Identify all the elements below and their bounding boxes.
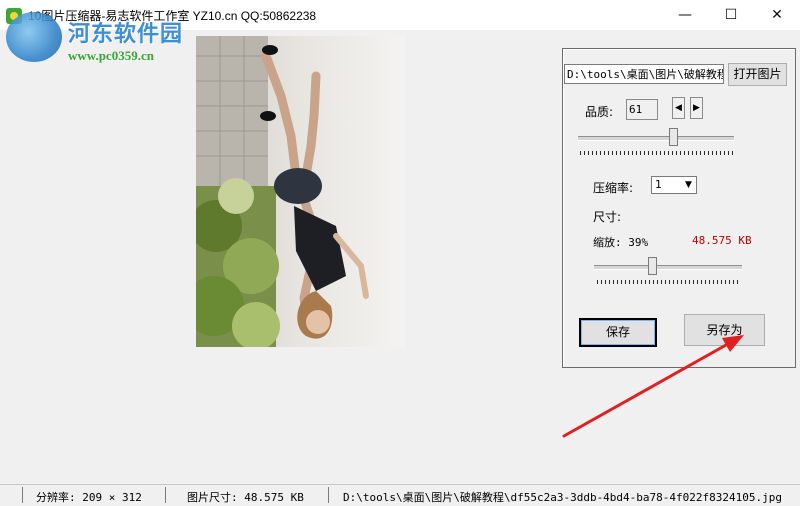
- maximize-icon: ☐: [724, 7, 738, 23]
- save-button[interactable]: 保存: [579, 318, 657, 347]
- save-as-button[interactable]: 另存为: [684, 314, 765, 346]
- status-resolution: 分辨率: 209 × 312: [36, 491, 142, 504]
- file-path-field[interactable]: D:\tools\桌面\图片\破解教程: [564, 64, 724, 84]
- quality-increase-button[interactable]: ▶: [690, 97, 703, 119]
- arrow-left-icon: ◀: [675, 103, 682, 113]
- photo-preview-icon: [196, 36, 405, 347]
- status-separator: [165, 487, 166, 503]
- file-size-value: 48.575 KB: [692, 234, 752, 247]
- quality-slider-track[interactable]: [578, 136, 734, 141]
- maximize-button[interactable]: ☐: [708, 0, 754, 30]
- quality-slider-ticks: [580, 151, 733, 155]
- open-image-button[interactable]: 打开图片: [728, 63, 787, 86]
- quality-label: 品质:: [585, 105, 614, 119]
- compress-rate-value: 1: [655, 178, 662, 191]
- zoom-label: 缩放: 39%: [593, 236, 649, 249]
- image-preview: [196, 36, 405, 347]
- quality-slider-thumb[interactable]: [669, 128, 679, 146]
- status-separator: [328, 487, 329, 503]
- close-icon: ✕: [771, 7, 783, 23]
- minimize-icon: —: [678, 7, 692, 23]
- quality-value-field[interactable]: 61: [626, 99, 658, 120]
- status-file-path: D:\tools\桌面\图片\破解教程\df55c2a3-3ddb-4bd4-b…: [343, 491, 782, 504]
- chevron-down-icon: ▼: [685, 180, 692, 190]
- status-bar: 分辨率: 209 × 312 图片尺寸: 48.575 KB D:\tools\…: [0, 484, 800, 506]
- watermark-url: www.pc0359.cn: [68, 48, 154, 63]
- minimize-button[interactable]: —: [662, 0, 708, 30]
- compress-label: 压缩率:: [593, 181, 634, 195]
- status-image-size: 图片尺寸: 48.575 KB: [187, 491, 304, 504]
- size-label: 尺寸:: [593, 210, 622, 224]
- zoom-slider-thumb[interactable]: [647, 257, 657, 275]
- watermark-logo-icon: [6, 12, 62, 62]
- status-separator: [22, 487, 23, 503]
- compress-rate-select[interactable]: 1 ▼: [651, 176, 697, 194]
- watermark: 河东软件园 www.pc0359.cn: [4, 10, 214, 68]
- zoom-slider-track[interactable]: [594, 265, 742, 270]
- zoom-slider-ticks: [597, 280, 740, 284]
- quality-decrease-button[interactable]: ◀: [672, 97, 685, 119]
- close-button[interactable]: ✕: [754, 0, 800, 30]
- arrow-right-icon: ▶: [693, 103, 700, 113]
- watermark-site-name: 河东软件园: [68, 21, 184, 47]
